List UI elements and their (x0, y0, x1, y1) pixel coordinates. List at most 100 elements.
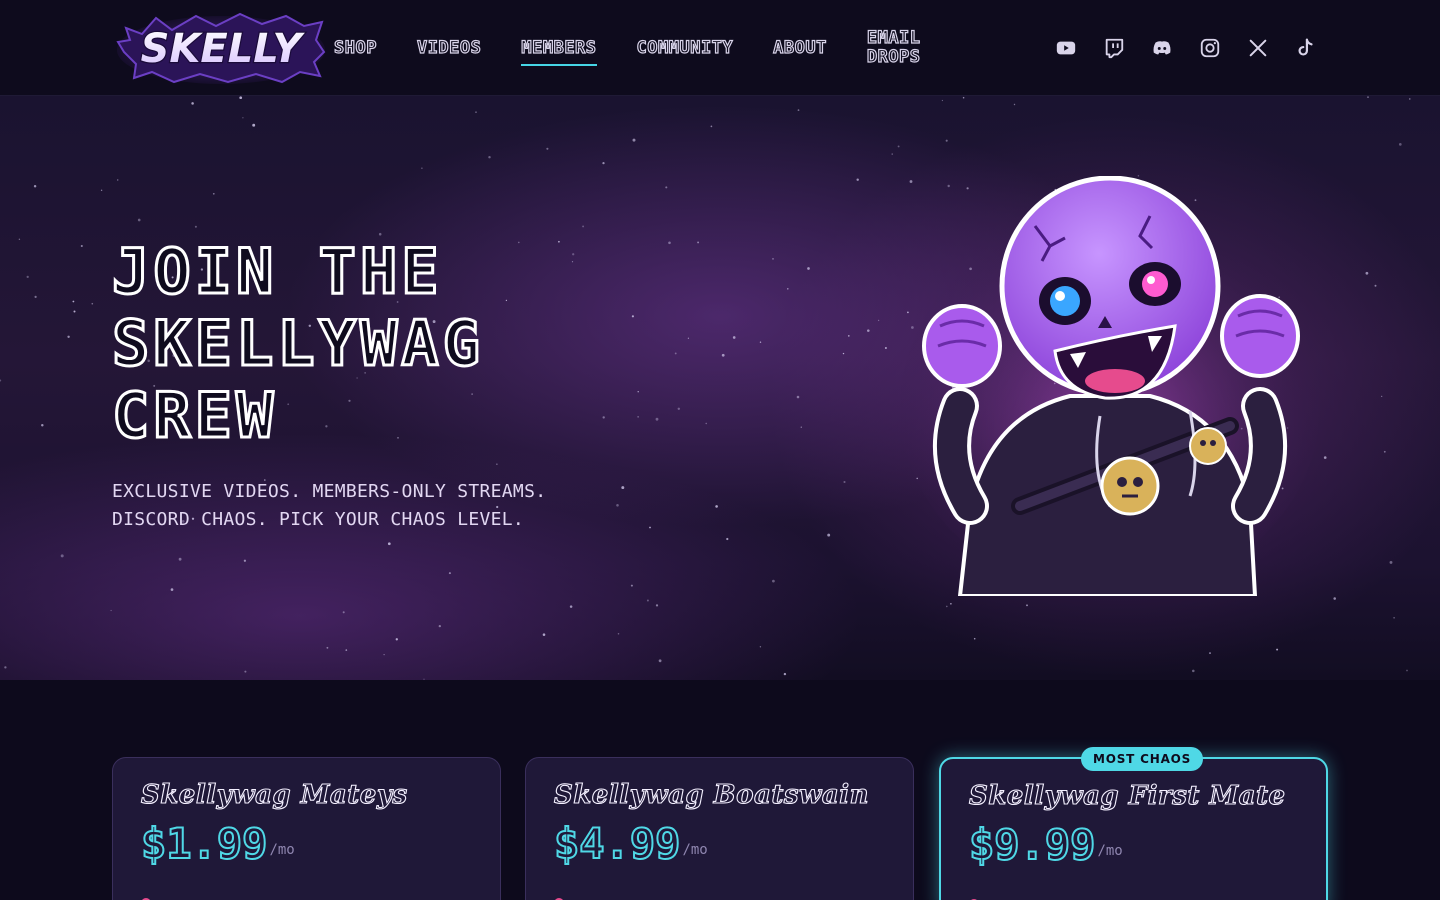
star (1374, 284, 1377, 287)
star (1013, 103, 1016, 106)
plan-price: $9.99 /mo (968, 820, 1123, 870)
hero-section: JOIN THE SKELLYWAG CREW EXCLUSIVE VIDEOS… (0, 96, 1440, 680)
star (1406, 669, 1408, 672)
star (1365, 271, 1369, 275)
star (488, 155, 491, 159)
nav-members[interactable]: MEMBERS (521, 37, 597, 66)
star (891, 153, 893, 155)
star (326, 646, 329, 649)
star (721, 353, 725, 357)
top-nav: SKELLY SHOP VIDEOS MEMBERS COMMUNITY ABO… (0, 0, 1440, 96)
tiktok-icon[interactable] (1294, 36, 1318, 60)
star (687, 337, 690, 339)
star (194, 225, 197, 228)
star (178, 557, 182, 561)
hero-subtitle-line-1: EXCLUSIVE VIDEOS. MEMBERS-ONLY STREAMS. (112, 481, 547, 502)
price-amount: $1.99 (140, 819, 268, 869)
plan-name: Skellywag First Mate (968, 780, 1286, 811)
star (252, 123, 256, 127)
main-nav: SHOP VIDEOS MEMBERS COMMUNITY ABOUT EMAI… (333, 0, 977, 96)
star (621, 486, 625, 490)
star (243, 559, 247, 562)
star (72, 300, 75, 303)
star (668, 241, 671, 245)
nav-shop[interactable]: SHOP (333, 37, 377, 58)
star (847, 335, 850, 337)
discord-icon[interactable] (1150, 36, 1174, 60)
hero-title: JOIN THE SKELLYWAG CREW (111, 234, 632, 453)
hero-title-line-3: CREW (111, 378, 278, 453)
logo-text: SKELLY (141, 26, 306, 72)
star (1026, 604, 1028, 607)
star (616, 504, 619, 507)
star (946, 605, 948, 608)
star (827, 533, 831, 537)
star (658, 659, 662, 663)
instagram-icon[interactable] (1198, 36, 1222, 60)
price-amount: $4.99 (553, 819, 681, 869)
plan-name: Skellywag Boatswain (553, 779, 869, 810)
star (1276, 648, 1279, 651)
membership-plans: Skellywag Mateys $1.99 /mo Skellywag Boa… (0, 680, 1440, 900)
star (438, 624, 441, 628)
plan-name: Skellywag Mateys (140, 779, 408, 810)
plan-card-boatswain[interactable]: Skellywag Boatswain $4.99 /mo (525, 757, 914, 900)
plan-card-mateys[interactable]: Skellywag Mateys $1.99 /mo (112, 757, 501, 900)
star (569, 605, 573, 608)
star (41, 423, 44, 427)
star (877, 319, 880, 322)
hero-subtitle-line-2: DISCORD CHAOS. PICK YOUR CHAOS LEVEL. (112, 509, 525, 530)
x-icon[interactable] (1246, 36, 1270, 60)
star (697, 241, 700, 244)
star (962, 96, 965, 99)
star (395, 638, 398, 641)
star (239, 96, 243, 100)
star (649, 526, 651, 529)
twitch-icon[interactable] (1102, 36, 1126, 60)
star (1381, 395, 1383, 398)
star (80, 244, 83, 248)
star (807, 267, 810, 270)
skelly-logo[interactable]: SKELLY (116, 12, 326, 84)
plan-price: $1.99 /mo (140, 819, 295, 869)
nav-community[interactable]: COMMUNITY (636, 37, 733, 58)
star (60, 554, 64, 558)
star (18, 238, 21, 241)
star (4, 666, 7, 669)
star (26, 275, 29, 279)
star (137, 218, 141, 222)
star (546, 147, 549, 150)
star (242, 117, 244, 119)
plan-card-first-mate[interactable]: MOST CHAOS Skellywag First Mate $9.99 /m… (939, 747, 1328, 900)
star (448, 572, 451, 575)
hero-subtitle: EXCLUSIVE VIDEOS. MEMBERS-ONLY STREAMS. … (112, 478, 592, 534)
social-links (1054, 34, 1342, 62)
star (632, 138, 636, 142)
star (646, 599, 649, 602)
star (665, 186, 668, 189)
nav-email-drops[interactable]: EMAIL DROPS (866, 28, 937, 67)
price-period: /mo (269, 842, 295, 858)
star (637, 391, 639, 393)
star (973, 637, 976, 640)
youtube-icon[interactable] (1054, 36, 1078, 60)
star (705, 422, 707, 425)
star (674, 352, 677, 355)
star (941, 99, 944, 102)
star (73, 310, 76, 313)
star (496, 463, 498, 465)
star (387, 542, 391, 546)
star (867, 329, 870, 332)
hero-title-line-2: SKELLYWAG (111, 306, 484, 381)
nav-videos[interactable]: VIDEOS (416, 37, 481, 58)
star (772, 257, 774, 260)
star (116, 179, 119, 181)
price-period: /mo (682, 842, 708, 858)
most-chaos-badge: MOST CHAOS (1081, 747, 1204, 771)
star (856, 178, 859, 181)
star (582, 225, 585, 228)
star (945, 139, 948, 142)
nav-about[interactable]: ABOUT (773, 37, 827, 58)
star (843, 480, 846, 484)
star (631, 315, 634, 318)
